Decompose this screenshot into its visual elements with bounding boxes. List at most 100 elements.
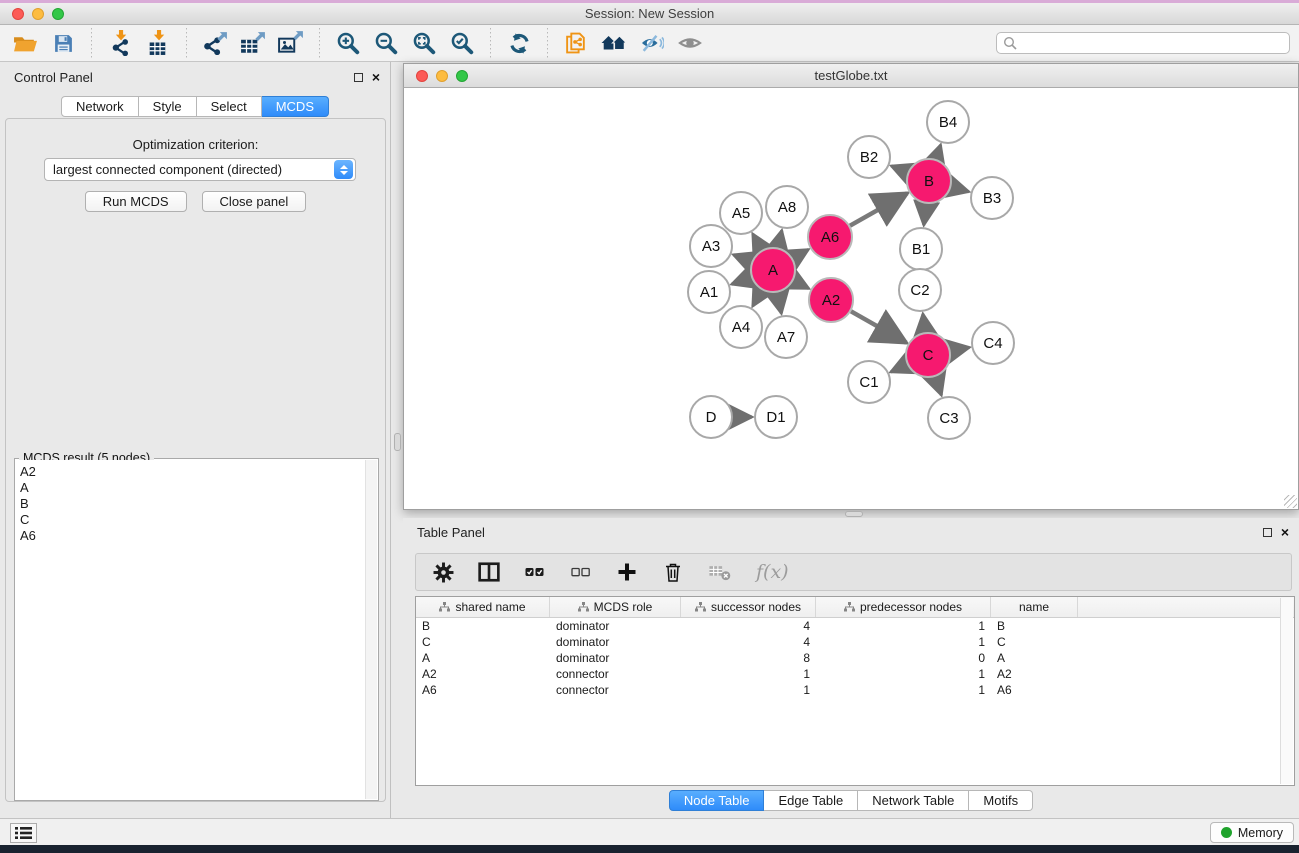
graph-node-D1[interactable]: D1: [755, 396, 797, 438]
graph-node-A8[interactable]: A8: [766, 186, 808, 228]
table-cell[interactable]: dominator: [550, 634, 681, 650]
result-item[interactable]: A: [20, 480, 365, 496]
graph-node-C[interactable]: C: [906, 333, 950, 377]
zoom-out-button[interactable]: [369, 26, 403, 60]
table-cell[interactable]: 1: [816, 682, 991, 698]
table-cell[interactable]: connector: [550, 666, 681, 682]
table-cell[interactable]: 1: [681, 666, 816, 682]
graph-node-B[interactable]: B: [907, 159, 951, 203]
table-cell[interactable]: B: [991, 618, 1078, 634]
tab-style[interactable]: Style: [139, 96, 197, 117]
table-row[interactable]: Adominator80A: [416, 650, 1294, 666]
column-header-successor-nodes[interactable]: successor nodes: [681, 597, 816, 617]
graph-edge-B-B3[interactable]: [951, 187, 969, 192]
search-input[interactable]: [1021, 36, 1283, 50]
graph-node-A3[interactable]: A3: [690, 225, 732, 267]
table-cell[interactable]: A: [416, 650, 550, 666]
close-table-panel-icon[interactable]: ×: [1281, 527, 1289, 537]
show-panels-button[interactable]: [673, 26, 707, 60]
graph-edge-A2-C[interactable]: [851, 311, 906, 342]
result-item[interactable]: C: [20, 512, 365, 528]
float-panel-icon[interactable]: [354, 73, 363, 82]
graph-edge-C-C2[interactable]: [923, 314, 925, 332]
zoom-in-button[interactable]: [331, 26, 365, 60]
graph-node-C1[interactable]: C1: [848, 361, 890, 403]
graph-node-A4[interactable]: A4: [720, 306, 762, 348]
table-cell[interactable]: B: [416, 618, 550, 634]
table-cell[interactable]: dominator: [550, 618, 681, 634]
graph-edge-A-A5[interactable]: [753, 234, 762, 250]
settings-gear-button[interactable]: [432, 560, 454, 584]
deselect-all-button[interactable]: [570, 560, 592, 584]
result-scrollbar[interactable]: [365, 460, 377, 799]
tab-motifs[interactable]: Motifs: [969, 790, 1033, 811]
table-scrollbar[interactable]: [1280, 598, 1293, 784]
graph-node-B3[interactable]: B3: [971, 177, 1013, 219]
graph-node-C2[interactable]: C2: [899, 269, 941, 311]
criterion-dropdown[interactable]: largest connected component (directed): [44, 158, 356, 181]
result-item[interactable]: B: [20, 496, 365, 512]
graph-node-A1[interactable]: A1: [688, 271, 730, 313]
graph-node-A5[interactable]: A5: [720, 192, 762, 234]
tab-mcds[interactable]: MCDS: [262, 96, 329, 117]
graph-edge-A-A2[interactable]: [793, 281, 808, 289]
table-cell[interactable]: 4: [681, 618, 816, 634]
graph-edge-A-A8[interactable]: [778, 230, 782, 247]
graph-edge-C-C4[interactable]: [951, 347, 970, 350]
refresh-view-button[interactable]: [502, 26, 536, 60]
select-all-button[interactable]: [524, 560, 546, 584]
graph-edge-A-A7[interactable]: [777, 293, 781, 314]
search-field[interactable]: [996, 32, 1290, 54]
network-graph[interactable]: AA1A2A3A4A5A6A7A8BB1B2B3B4CC1C2C3C4DD1: [404, 88, 1298, 509]
table-cell[interactable]: A: [991, 650, 1078, 666]
graph-node-D[interactable]: D: [690, 396, 732, 438]
tab-network-table[interactable]: Network Table: [858, 790, 969, 811]
graph-node-A2[interactable]: A2: [809, 278, 853, 322]
zoom-selected-button[interactable]: [445, 26, 479, 60]
graph-node-C3[interactable]: C3: [928, 397, 970, 439]
import-network-button[interactable]: [103, 26, 137, 60]
open-session-button[interactable]: [8, 26, 42, 60]
tab-node-table[interactable]: Node Table: [669, 790, 765, 811]
table-row[interactable]: Cdominator41C: [416, 634, 1294, 650]
table-cell[interactable]: A2: [416, 666, 550, 682]
export-image-button[interactable]: [274, 26, 308, 60]
graph-node-B2[interactable]: B2: [848, 136, 890, 178]
graph-edge-B-B2[interactable]: [891, 166, 907, 173]
graph-edge-A-A3[interactable]: [733, 255, 751, 262]
tab-network[interactable]: Network: [61, 96, 139, 117]
table-cell[interactable]: C: [416, 634, 550, 650]
close-panel-button[interactable]: Close panel: [202, 191, 307, 212]
graph-edge-B-B4[interactable]: [936, 145, 941, 159]
table-cell[interactable]: 4: [681, 634, 816, 650]
table-cell[interactable]: 8: [681, 650, 816, 666]
column-header-predecessor-nodes[interactable]: predecessor nodes: [816, 597, 991, 617]
export-table-button[interactable]: [236, 26, 270, 60]
column-header-MCDS-role[interactable]: MCDS role: [550, 597, 681, 617]
table-row[interactable]: Bdominator41B: [416, 618, 1294, 634]
zoom-fit-button[interactable]: [407, 26, 441, 60]
table-cell[interactable]: 0: [816, 650, 991, 666]
table-cell[interactable]: C: [991, 634, 1078, 650]
table-cell[interactable]: 1: [816, 618, 991, 634]
graph-edge-A-A6[interactable]: [793, 250, 809, 259]
tab-select[interactable]: Select: [197, 96, 262, 117]
vertical-splitter-grip[interactable]: [394, 433, 401, 451]
delete-column-button[interactable]: [662, 560, 684, 584]
graph-node-A7[interactable]: A7: [765, 316, 807, 358]
table-cell[interactable]: connector: [550, 682, 681, 698]
graph-node-C4[interactable]: C4: [972, 322, 1014, 364]
table-cell[interactable]: 1: [681, 682, 816, 698]
table-row[interactable]: A2connector11A2: [416, 666, 1294, 682]
graph-edge-A-A4[interactable]: [753, 290, 762, 306]
table-cell[interactable]: 1: [816, 666, 991, 682]
column-header-name[interactable]: name: [991, 597, 1078, 617]
task-history-button[interactable]: [10, 823, 37, 843]
graph-node-B1[interactable]: B1: [900, 228, 942, 270]
split-view-button[interactable]: [478, 560, 500, 584]
table-cell[interactable]: A6: [416, 682, 550, 698]
horizontal-splitter-grip[interactable]: [845, 511, 863, 517]
save-session-button[interactable]: [46, 26, 80, 60]
duplicate-network-button[interactable]: [559, 26, 593, 60]
window-resize-grip[interactable]: [1284, 495, 1297, 508]
